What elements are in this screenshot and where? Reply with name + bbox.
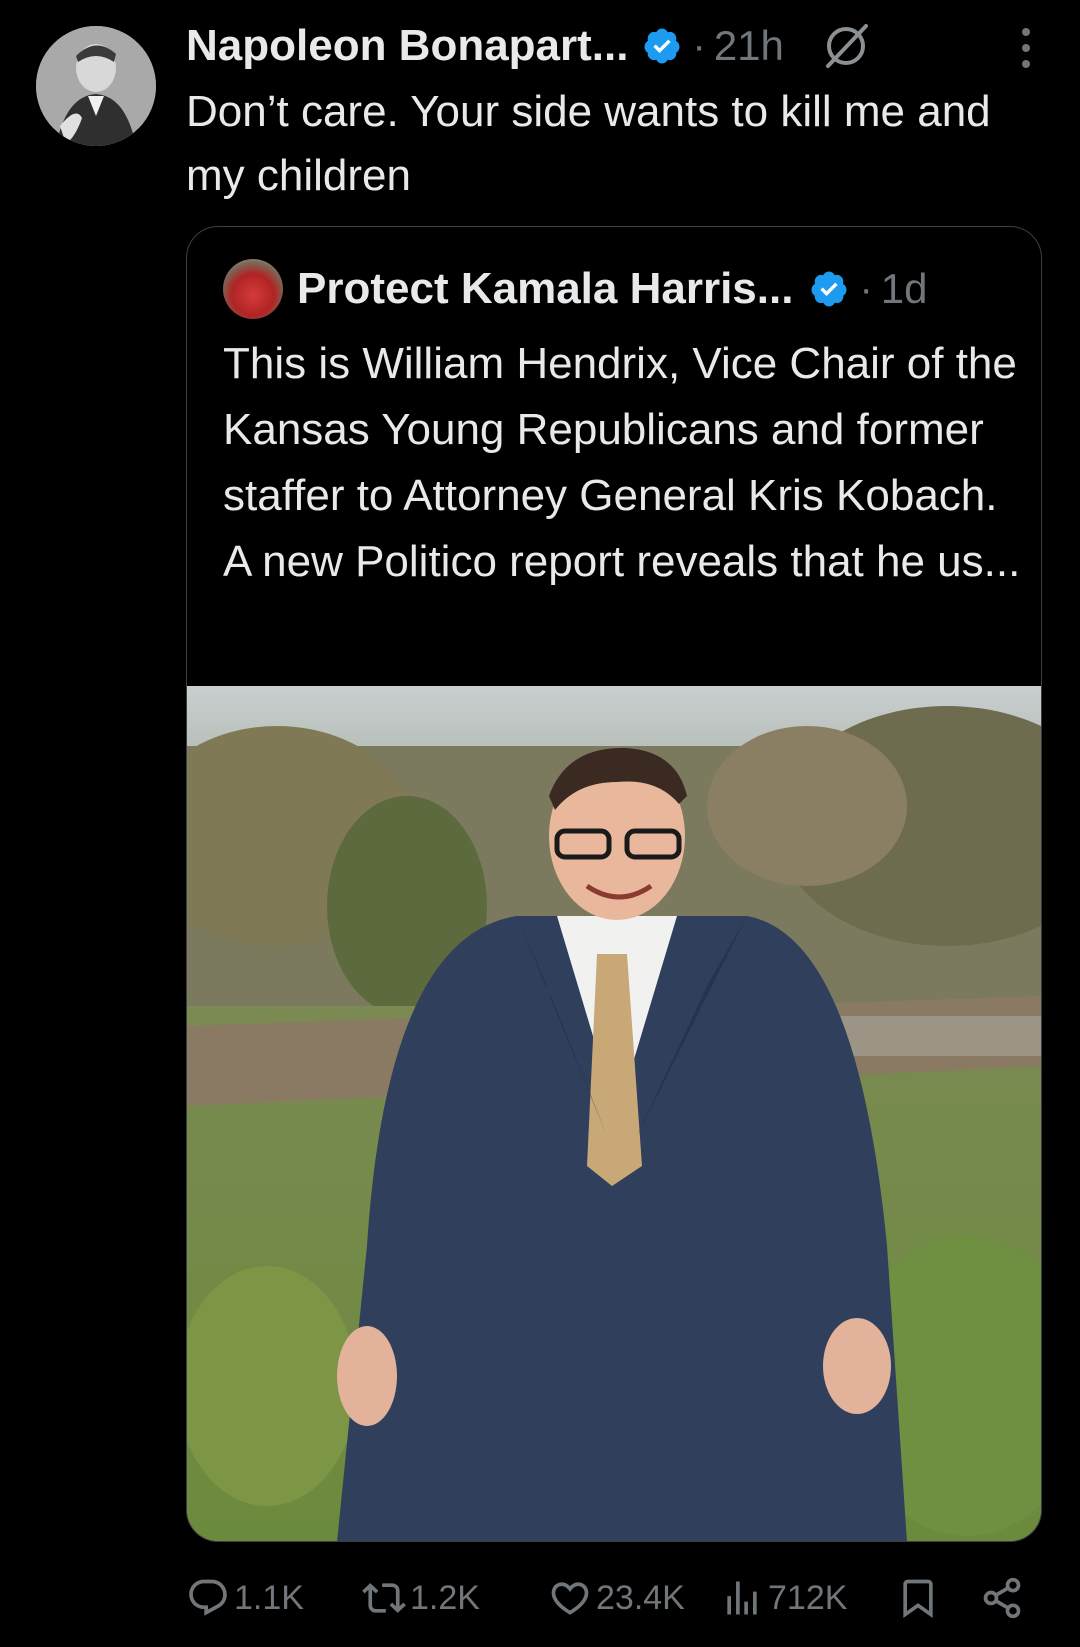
like-button[interactable]: 23.4K xyxy=(548,1570,685,1626)
like-count: 23.4K xyxy=(596,1578,685,1617)
grok-icon[interactable] xyxy=(820,20,872,72)
repost-button[interactable]: 1.2K xyxy=(362,1570,480,1626)
quoted-post-text: This is William Hendrix, Vice Chair of t… xyxy=(223,339,1021,586)
quoted-post-time: 1d xyxy=(880,265,928,312)
separator-dot: · xyxy=(692,23,706,68)
quoted-post-header: Protect Kamala Harris... · 1d xyxy=(223,259,1021,319)
separator-dot: · xyxy=(859,266,873,311)
quoted-author-avatar xyxy=(223,259,283,319)
quoted-post[interactable]: Protect Kamala Harris... · 1d This is Wi… xyxy=(186,226,1042,1542)
views-count: 712K xyxy=(768,1578,848,1617)
repost-count: 1.2K xyxy=(410,1578,480,1617)
like-icon xyxy=(548,1576,592,1620)
repost-icon xyxy=(362,1576,406,1620)
reply-icon xyxy=(186,1576,230,1620)
post-text: Don’t care. Your side wants to kill me a… xyxy=(186,87,991,200)
author-name[interactable]: Napoleon Bonapart... xyxy=(186,21,628,71)
quoted-post-photo[interactable] xyxy=(187,686,1041,1541)
quoted-author-name: Protect Kamala Harris... xyxy=(297,264,794,313)
views-icon xyxy=(720,1576,764,1620)
action-bar: 1.1K 1.2K 23.4K 712K xyxy=(186,1570,1046,1626)
share-button[interactable] xyxy=(980,1570,1024,1626)
bookmark-button[interactable] xyxy=(896,1570,940,1626)
post-time[interactable]: 21h xyxy=(714,22,784,70)
author-avatar[interactable] xyxy=(36,26,156,146)
post-header: Napoleon Bonapart... · 21h xyxy=(186,18,1060,74)
verified-badge-icon xyxy=(642,26,682,66)
reply-count: 1.1K xyxy=(234,1578,304,1617)
share-icon xyxy=(980,1576,1024,1620)
reply-button[interactable]: 1.1K xyxy=(186,1570,304,1626)
views-button[interactable]: 712K xyxy=(720,1570,847,1626)
verified-badge-icon xyxy=(809,269,849,309)
bookmark-icon xyxy=(896,1576,940,1620)
more-icon[interactable] xyxy=(1020,26,1032,70)
